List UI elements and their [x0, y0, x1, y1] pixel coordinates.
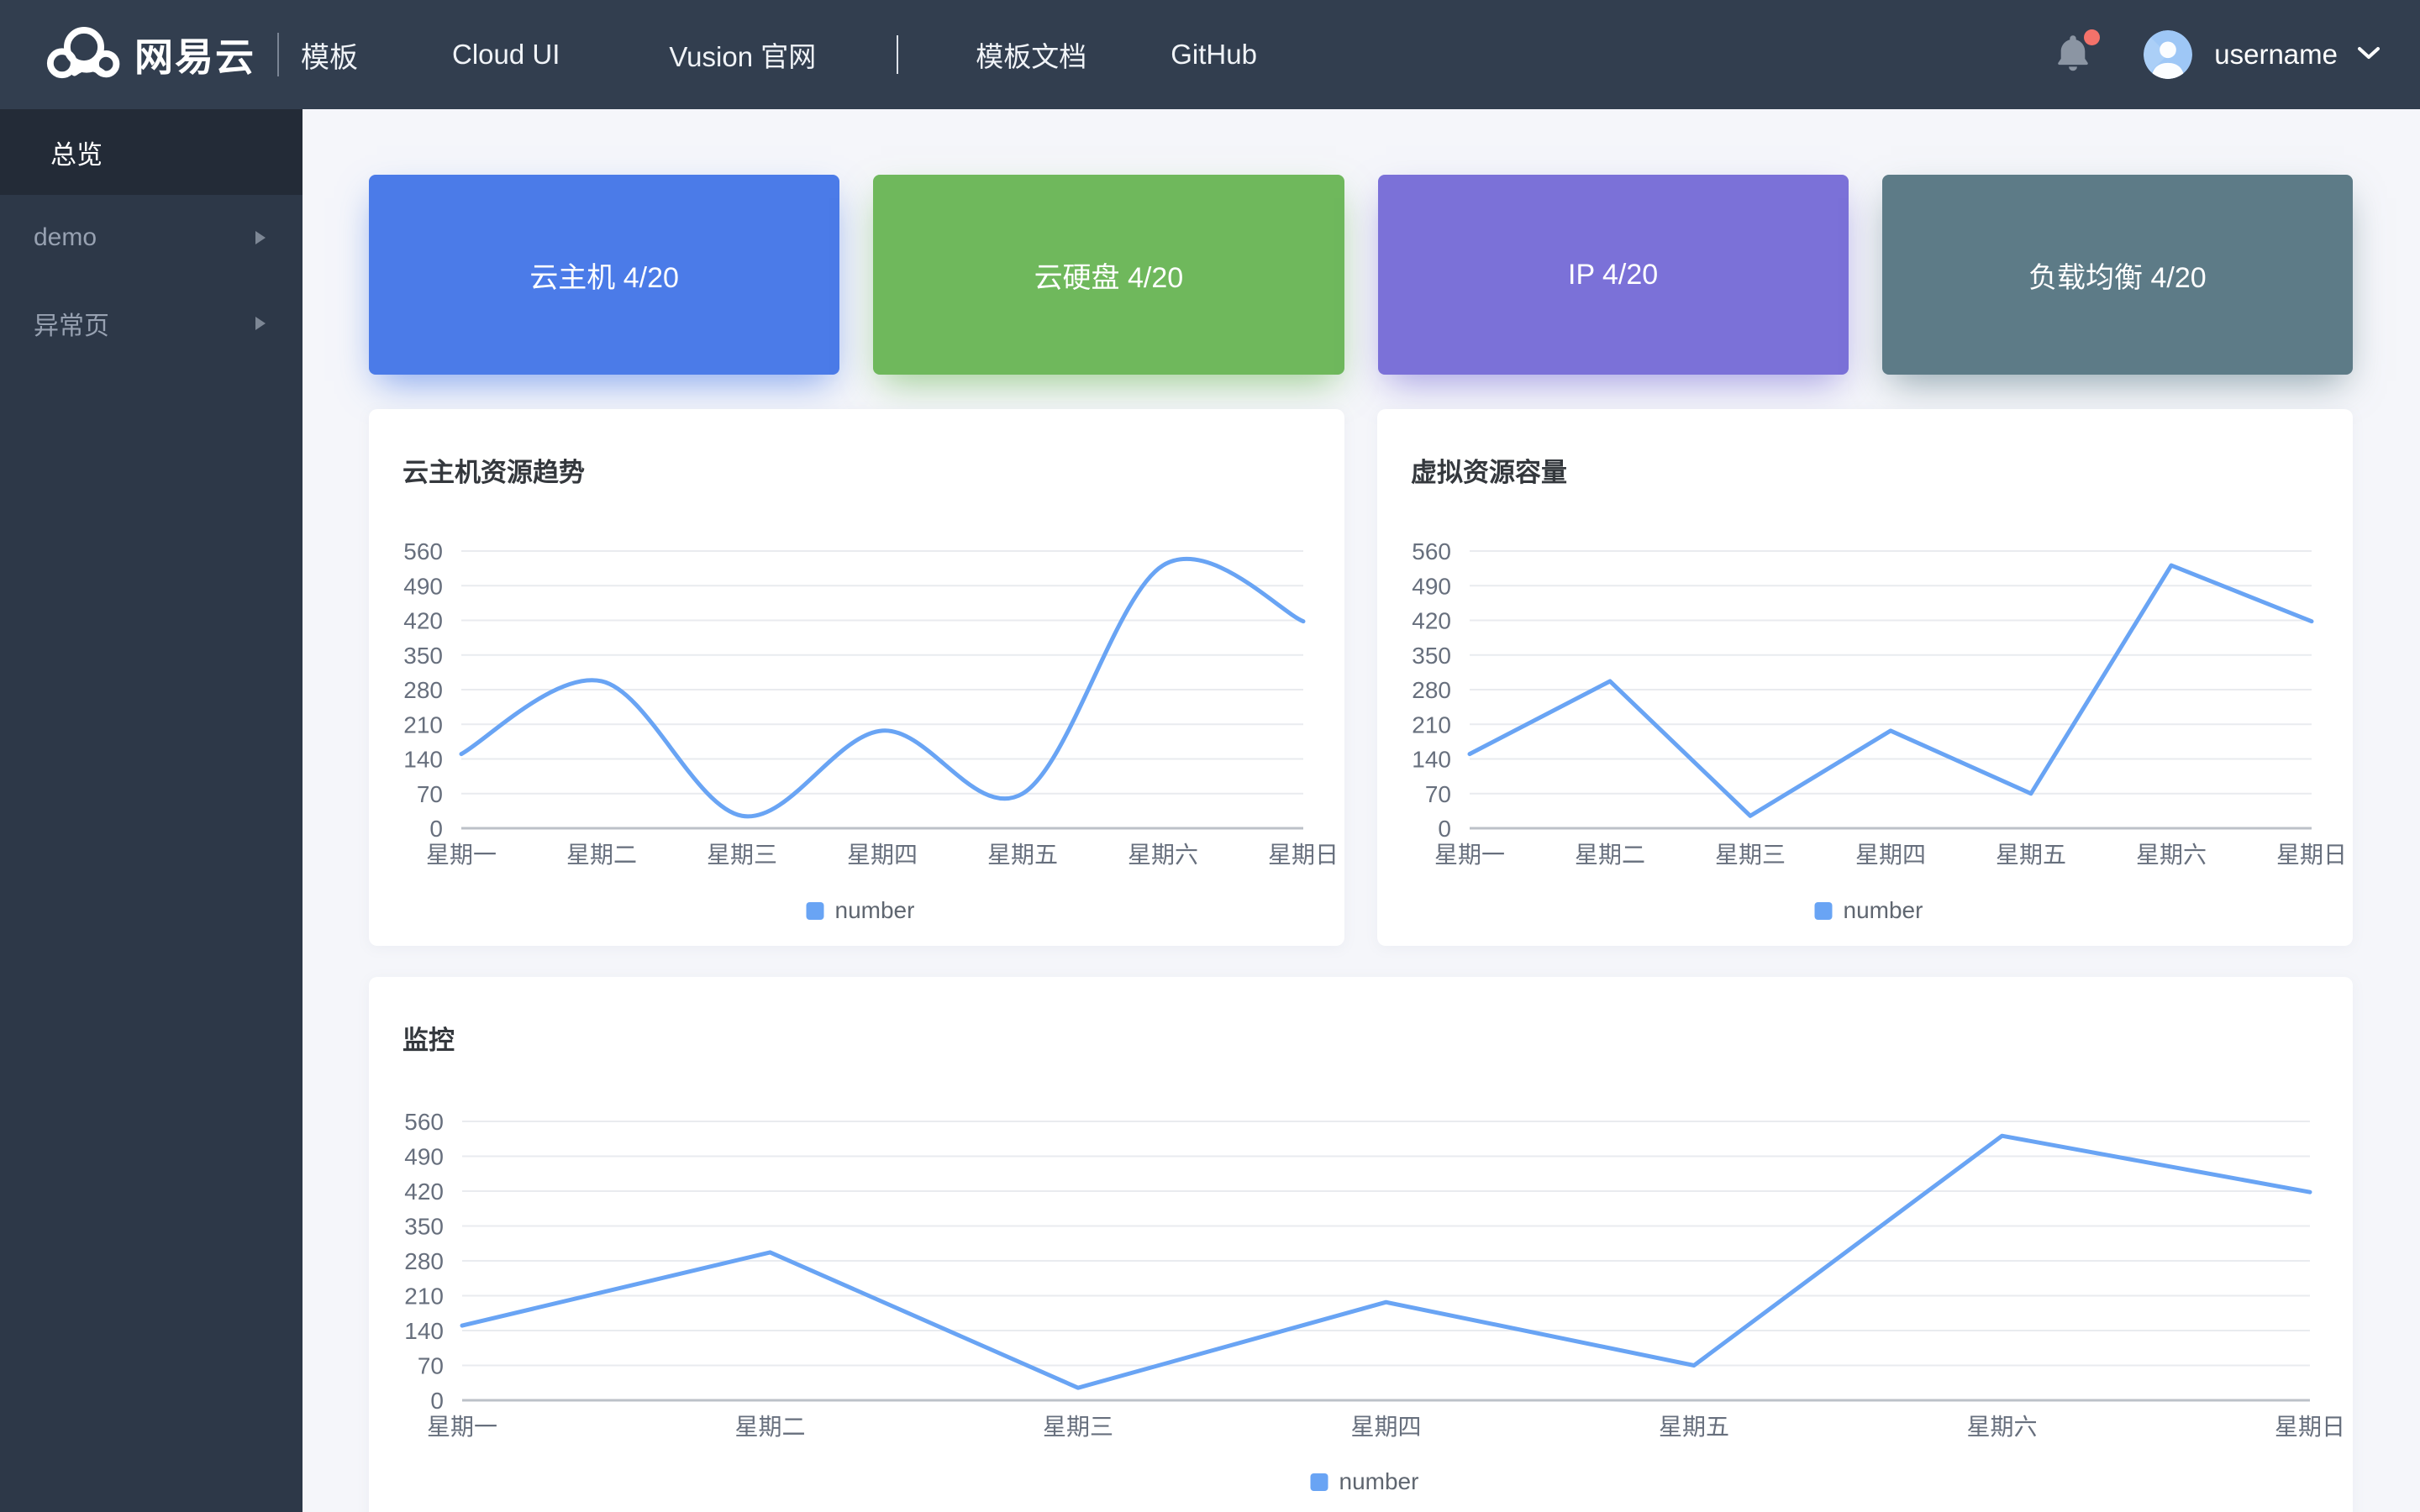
nav-link-github[interactable]: GitHub: [1171, 39, 1257, 71]
svg-text:星期一: 星期一: [1434, 842, 1505, 868]
svg-text:星期二: 星期二: [566, 842, 637, 868]
stat-card-label: 负载均衡 4/20: [2028, 255, 2207, 296]
sidebar-item-overview[interactable]: 总览: [0, 109, 302, 195]
brand-name: 网易云: [134, 27, 255, 82]
svg-text:number: number: [835, 897, 915, 923]
nav-link-cloud-ui[interactable]: Cloud UI: [452, 39, 560, 71]
svg-text:350: 350: [1412, 643, 1451, 669]
navbar-left: 网易云 模板 Cloud UI Vusion 官网 模板文档 GitHub: [0, 21, 1257, 89]
svg-text:星期一: 星期一: [427, 1414, 497, 1440]
username-label[interactable]: username: [2214, 39, 2338, 71]
notification-bell-icon[interactable]: [2054, 33, 2091, 77]
svg-text:560: 560: [403, 538, 443, 564]
svg-text:350: 350: [404, 1214, 444, 1240]
svg-text:星期日: 星期日: [2276, 842, 2347, 868]
svg-text:星期五: 星期五: [1659, 1414, 1729, 1440]
svg-text:星期六: 星期六: [1128, 842, 1198, 868]
svg-text:number: number: [1339, 1468, 1419, 1494]
svg-text:星期日: 星期日: [2275, 1414, 2345, 1440]
charts-row: 云主机资源趋势 070140210280350420490560星期一星期二星期…: [369, 409, 2353, 946]
svg-text:星期四: 星期四: [1855, 842, 1926, 868]
chevron-right-icon: [255, 317, 266, 330]
svg-text:0: 0: [430, 1388, 444, 1414]
svg-text:210: 210: [403, 711, 443, 738]
svg-text:70: 70: [1425, 781, 1451, 807]
sidebar-item-label: 异常页: [34, 305, 109, 342]
svg-text:70: 70: [418, 1353, 444, 1379]
chart-card-virtual-capacity: 虚拟资源容量 070140210280350420490560星期一星期二星期三…: [1377, 409, 2353, 946]
sidebar: 总览 demo 异常页: [0, 109, 302, 1512]
svg-text:350: 350: [403, 643, 443, 669]
nav-divider-line: [897, 35, 898, 74]
svg-text:280: 280: [1412, 677, 1451, 703]
svg-text:140: 140: [404, 1318, 444, 1344]
svg-text:星期四: 星期四: [847, 842, 918, 868]
sidebar-item-demo[interactable]: demo: [0, 195, 302, 281]
brand-divider-line: [277, 33, 279, 76]
stat-card-label: 云硬盘 4/20: [1034, 255, 1184, 296]
svg-text:210: 210: [1412, 711, 1451, 738]
notification-dot: [2084, 29, 2100, 45]
svg-text:0: 0: [429, 816, 443, 842]
sidebar-item-label: 总览: [50, 134, 103, 171]
brand-suffix: 模板: [301, 34, 358, 76]
stat-card-ip[interactable]: IP 4/20: [1378, 175, 1849, 375]
svg-text:210: 210: [404, 1284, 444, 1310]
stat-card-load-balancer[interactable]: 负载均衡 4/20: [1882, 175, 2353, 375]
chart-card-monitor: 监控 070140210280350420490560星期一星期二星期三星期四星…: [369, 977, 2353, 1512]
brand-logo[interactable]: 网易云: [44, 21, 255, 89]
stat-cards-row: 云主机 4/20 云硬盘 4/20 IP 4/20 负载均衡 4/20: [369, 175, 2353, 375]
stat-card-cloud-disk[interactable]: 云硬盘 4/20: [873, 175, 1344, 375]
svg-text:星期三: 星期三: [707, 842, 777, 868]
svg-text:星期四: 星期四: [1350, 1414, 1421, 1440]
svg-text:490: 490: [1412, 573, 1451, 599]
svg-text:560: 560: [1412, 538, 1451, 564]
chevron-right-icon: [255, 231, 266, 244]
svg-text:星期五: 星期五: [987, 842, 1058, 868]
nav-link-vusion[interactable]: Vusion 官网: [669, 34, 816, 75]
sidebar-item-label: demo: [34, 223, 97, 252]
svg-text:420: 420: [404, 1179, 444, 1205]
chart-card-host-trend: 云主机资源趋势 070140210280350420490560星期一星期二星期…: [369, 409, 1344, 946]
svg-text:280: 280: [404, 1248, 444, 1274]
avatar[interactable]: [2144, 30, 2192, 79]
sidebar-item-exception-pages[interactable]: 异常页: [0, 281, 302, 366]
svg-text:星期六: 星期六: [1966, 1414, 2037, 1440]
svg-text:0: 0: [1438, 816, 1451, 842]
cloud-logo-icon: [44, 21, 124, 89]
svg-text:星期六: 星期六: [2136, 842, 2207, 868]
stat-card-label: 云主机 4/20: [529, 255, 679, 296]
svg-text:星期日: 星期日: [1268, 842, 1339, 868]
chevron-down-icon[interactable]: [2358, 46, 2380, 64]
svg-text:星期一: 星期一: [426, 842, 497, 868]
svg-text:星期五: 星期五: [1996, 842, 2066, 868]
stat-card-cloud-host[interactable]: 云主机 4/20: [369, 175, 839, 375]
svg-text:number: number: [1844, 897, 1923, 923]
navbar-right: username: [2054, 30, 2420, 79]
svg-text:星期二: 星期二: [734, 1414, 805, 1440]
line-chart-host-trend: 0 70 140 210 280 350 420 490 560 星期一 星期二 星期三 星期四 星期五 星…: [369, 409, 1344, 946]
top-navbar: 网易云 模板 Cloud UI Vusion 官网 模板文档 GitHub: [0, 0, 2420, 109]
main-content: 云主机 4/20 云硬盘 4/20 IP 4/20 负载均衡 4/20 云主机资…: [302, 109, 2420, 1512]
svg-text:490: 490: [403, 573, 443, 599]
svg-text:420: 420: [403, 608, 443, 634]
monitor-row: 监控 070140210280350420490560星期一星期二星期三星期四星…: [369, 977, 2353, 1512]
svg-text:140: 140: [1412, 747, 1451, 773]
svg-text:280: 280: [403, 677, 443, 703]
nav-link-template-docs[interactable]: 模板文档: [976, 34, 1086, 75]
stat-card-label: IP 4/20: [1568, 259, 1658, 291]
svg-text:星期三: 星期三: [1715, 842, 1786, 868]
svg-text:420: 420: [1412, 608, 1451, 634]
svg-text:70: 70: [417, 781, 443, 807]
svg-text:140: 140: [403, 747, 443, 773]
svg-text:560: 560: [404, 1109, 444, 1135]
line-chart-monitor: 0 70 140 210 280 350 420 490 560 星期一 星期二 星期三 星期四 星期五 星…: [369, 977, 2353, 1512]
svg-text:490: 490: [404, 1144, 444, 1170]
line-chart-virtual-capacity: 0 70 140 210 280 350 420 490 560 星期一 星期二 星期三 星期四 星期五 星…: [1377, 409, 2353, 946]
svg-text:星期二: 星期二: [1575, 842, 1645, 868]
svg-text:星期三: 星期三: [1043, 1414, 1113, 1440]
